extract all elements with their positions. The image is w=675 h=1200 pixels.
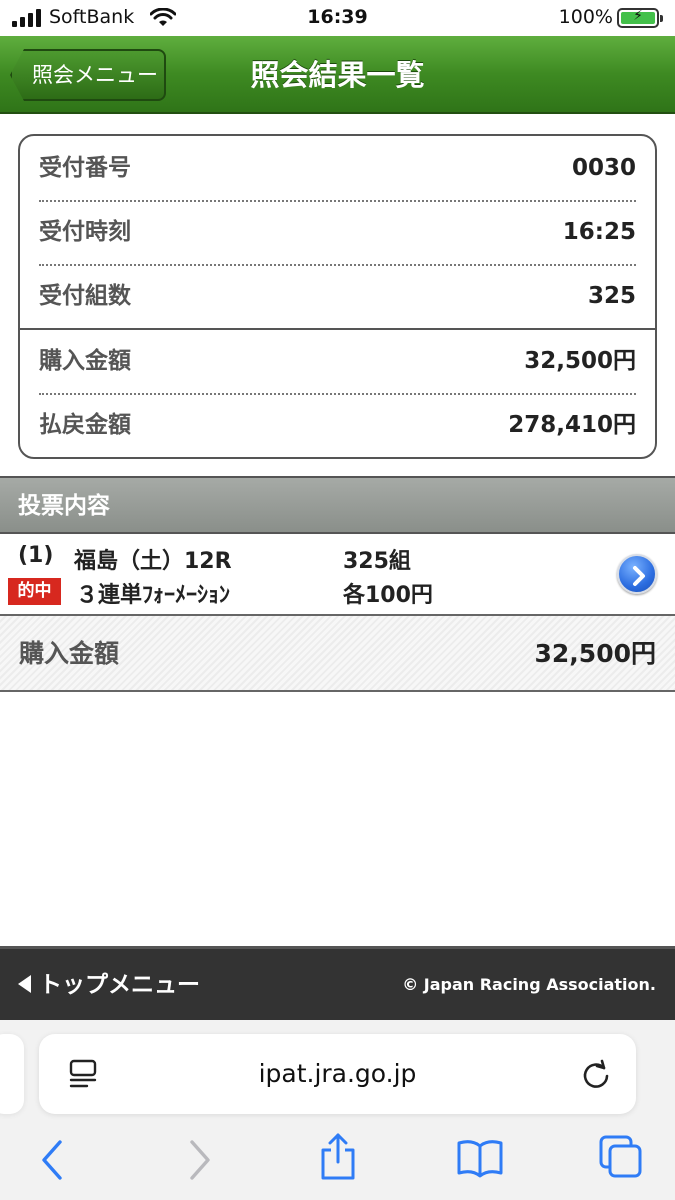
total-label: 購入金額	[19, 639, 120, 668]
share-icon[interactable]	[318, 1132, 358, 1182]
top-menu-link[interactable]: トップメニュー	[18, 949, 200, 1021]
summary-value: 32,500円	[524, 348, 636, 374]
summary-value: 278,410円	[508, 412, 636, 438]
summary-label: 購入金額	[39, 348, 131, 374]
chevron-right-icon	[633, 566, 645, 586]
purchase-total-row: 購入金額 32,500円	[0, 614, 675, 692]
detail-disclosure-button[interactable]	[617, 554, 657, 594]
back-arrow-icon[interactable]	[36, 1138, 70, 1182]
total-value: 32,500円	[534, 639, 656, 668]
url-text[interactable]: ipat.jra.go.jp	[39, 1034, 636, 1114]
summary-label: 受付組数	[39, 283, 131, 309]
status-bar: SoftBank 16:39 100% ⚡	[0, 0, 675, 36]
battery-percentage: 100%	[558, 6, 613, 28]
browser-chrome: ipat.jra.go.jp	[0, 1020, 675, 1200]
summary-row-receipt-count: 受付組数 325	[20, 264, 655, 328]
summary-label: 払戻金額	[39, 412, 131, 438]
app-header: 照会結果一覧 照会メニュー	[0, 36, 675, 114]
back-button[interactable]: 照会メニュー	[10, 49, 166, 101]
copyright-text: © Japan Racing Association.	[402, 975, 656, 994]
top-menu-label: トップメニュー	[39, 972, 200, 998]
triangle-left-icon	[18, 975, 31, 993]
summary-value: 16:25	[562, 219, 636, 245]
reload-icon[interactable]	[580, 1058, 612, 1090]
vote-index: (1)	[18, 543, 54, 568]
summary-value: 325	[587, 283, 636, 309]
previous-tab-preview[interactable]	[0, 1034, 24, 1114]
summary-value: 0030	[571, 155, 636, 181]
summary-row-purchase-amount: 購入金額 32,500円	[20, 329, 655, 393]
summary-row-receipt-number: 受付番号 0030	[20, 136, 655, 200]
tabs-icon[interactable]	[598, 1134, 644, 1180]
summary-row-receipt-time: 受付時刻 16:25	[20, 200, 655, 264]
summary-row-payout-amount: 払戻金額 278,410円	[20, 393, 655, 457]
vote-unit-amount: 各100円	[343, 583, 433, 608]
section-header-vote-contents: 投票内容	[0, 476, 675, 534]
summary-label: 受付時刻	[39, 219, 131, 245]
vote-combination-count: 325組	[343, 549, 411, 574]
vote-race: 福島（土）12R	[74, 549, 232, 574]
battery-charging-icon: ⚡	[617, 8, 663, 28]
bookmarks-icon[interactable]	[456, 1138, 504, 1178]
address-bar[interactable]: ipat.jra.go.jp	[39, 1034, 636, 1114]
vote-list-item[interactable]: (1) 福島（土）12R 325組 的中 ３連単ﾌｫｰﾒｰｼｮﾝ 各100円	[0, 534, 675, 614]
forward-arrow-icon[interactable]	[182, 1138, 216, 1182]
summary-card: 受付番号 0030 受付時刻 16:25 受付組数 325 購入金額 32,50…	[18, 134, 657, 459]
footer-bar: トップメニュー © Japan Racing Association.	[0, 946, 675, 1020]
summary-label: 受付番号	[39, 155, 131, 181]
hit-badge: 的中	[8, 578, 61, 605]
vote-bet-type: ３連単ﾌｫｰﾒｰｼｮﾝ	[76, 583, 231, 608]
